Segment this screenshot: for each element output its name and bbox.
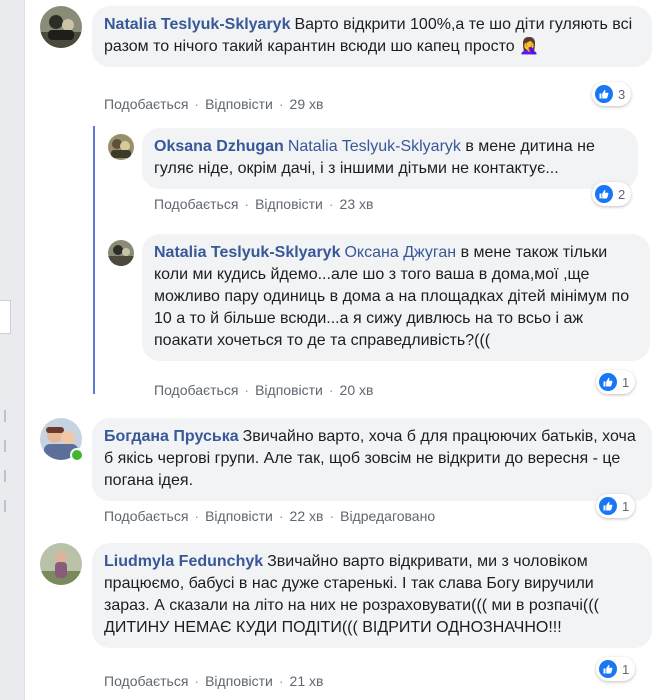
reaction-count[interactable]: 1: [596, 370, 636, 394]
sidebar-input-edge[interactable]: [0, 300, 11, 334]
sidebar-divider: [4, 410, 6, 422]
comment-actions: Подобається · Відповісти · 22 хв · Відредагова…: [104, 508, 436, 524]
reaction-number: 2: [618, 186, 626, 202]
sidebar-divider: [4, 500, 6, 512]
sidebar-divider: [4, 470, 6, 482]
sidebar-divider: [4, 440, 6, 452]
like-button[interactable]: Подобається: [104, 673, 188, 689]
like-icon: [599, 373, 617, 391]
like-button[interactable]: Подобається: [104, 96, 188, 112]
comment-bubble: Natalia Teslyuk-Sklyaryk Варто відкрити 1…: [92, 6, 652, 67]
comment-bubble: Oksana Dzhugan Natalia Teslyuk-Sklyaryk в…: [142, 128, 638, 189]
comment-author[interactable]: Oksana Dzhugan: [154, 138, 284, 155]
reaction-count[interactable]: 1: [596, 657, 636, 681]
avatar[interactable]: [108, 134, 134, 160]
avatar[interactable]: [40, 543, 82, 585]
reply-button[interactable]: Відповісти: [205, 673, 273, 689]
mention-link[interactable]: Оксана Джуган: [344, 244, 456, 261]
comment-author[interactable]: Liudmyla Fedunchyk: [104, 553, 263, 570]
reaction-count[interactable]: 1: [596, 494, 636, 518]
like-button[interactable]: Подобається: [154, 196, 238, 212]
left-sidebar-edge: [0, 0, 25, 700]
comment-actions: Подобається · Відповісти · 21 хв: [104, 673, 324, 689]
comment-timestamp[interactable]: 29 хв: [290, 96, 324, 112]
like-button[interactable]: Подобається: [154, 382, 238, 398]
comment-author[interactable]: Богдана Пруська: [104, 428, 239, 445]
reaction-number: 1: [622, 661, 630, 677]
edited-label[interactable]: Відредаговано: [340, 508, 435, 524]
comment-author[interactable]: Natalia Teslyuk-Sklyaryk: [154, 244, 340, 261]
like-icon: [595, 85, 613, 103]
reaction-number: 3: [618, 86, 626, 102]
comment-bubble: Natalia Teslyuk-Sklyaryk Оксана Джуган в …: [142, 234, 650, 361]
comment-author[interactable]: Natalia Teslyuk-Sklyaryk: [104, 16, 290, 33]
comment-bubble: Liudmyla Fedunchyk Звичайно варто відкрив…: [92, 543, 652, 648]
reaction-number: 1: [622, 374, 630, 390]
like-icon: [599, 660, 617, 678]
reply-button[interactable]: Відповісти: [205, 508, 273, 524]
online-status-indicator: [70, 448, 84, 462]
comment-actions: Подобається · Відповісти · 20 хв: [154, 382, 374, 398]
reply-button[interactable]: Відповісти: [205, 96, 273, 112]
comment-actions: Подобається · Відповісти · 29 хв: [104, 96, 324, 112]
reaction-count[interactable]: 3: [592, 82, 632, 106]
like-icon: [595, 185, 613, 203]
comment-timestamp[interactable]: 20 хв: [340, 382, 374, 398]
reaction-count[interactable]: 2: [592, 182, 632, 206]
comment-timestamp[interactable]: 23 хв: [340, 196, 374, 212]
avatar[interactable]: [40, 6, 82, 48]
avatar[interactable]: [108, 240, 134, 266]
like-button[interactable]: Подобається: [104, 508, 188, 524]
like-icon: [599, 497, 617, 515]
comment-bubble: Богдана Пруська Звичайно варто, хоча б дл…: [92, 418, 652, 501]
comment-timestamp[interactable]: 21 хв: [290, 673, 324, 689]
reply-button[interactable]: Відповісти: [255, 196, 323, 212]
reply-button[interactable]: Відповісти: [255, 382, 323, 398]
comment-timestamp[interactable]: 22 хв: [290, 508, 324, 524]
reaction-number: 1: [622, 498, 630, 514]
reply-thread-line: [93, 126, 95, 394]
mention-link[interactable]: Natalia Teslyuk-Sklyaryk: [288, 138, 461, 155]
comment-actions: Подобається · Відповісти · 23 хв: [154, 196, 374, 212]
